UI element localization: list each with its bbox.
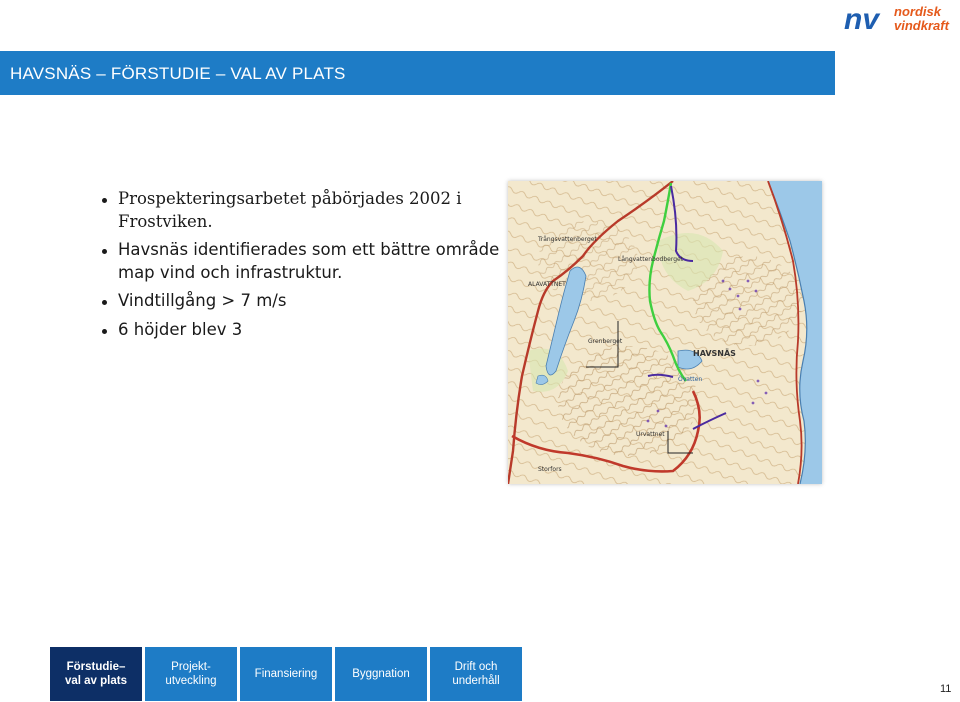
- map-label-ovatten: Övatten: [678, 376, 702, 383]
- map-label-alavattnet: ALAVATTNET: [528, 281, 566, 288]
- bullet-list: Prospekteringsarbetet påbörjades 2002 i …: [102, 188, 502, 347]
- bullet-dot-icon: [102, 328, 107, 334]
- nordisk-vindkraft-logo: nv nordisk vindkraft: [842, 2, 958, 36]
- bullet-dot-icon: [102, 198, 107, 203]
- bullet-dot-icon: [102, 300, 107, 305]
- nav-item-forstudie[interactable]: Förstudie– val av plats: [50, 647, 142, 701]
- title-bar: HAVSNÄS – FÖRSTUDIE – VAL AV PLATS: [0, 51, 835, 95]
- map-label-grenberget: Grenberget: [588, 338, 623, 345]
- nav-item-finansiering[interactable]: Finansiering: [240, 647, 332, 701]
- map-label-storfors: Storfors: [538, 466, 562, 473]
- bullet-item: 6 höjder blev 3: [102, 319, 502, 342]
- bullet-text: Prospekteringsarbetet påbörjades 2002 i …: [118, 189, 462, 231]
- bullet-text: Vindtillgång > 7 m/s: [118, 291, 287, 310]
- logo-mark: nv: [844, 3, 881, 36]
- page-number: 11: [940, 683, 952, 695]
- nav-item-byggnation[interactable]: Byggnation: [335, 647, 427, 701]
- bullet-item: Vindtillgång > 7 m/s: [102, 290, 502, 313]
- map-label-trangsvattenberget: Trångsvattenberget: [537, 236, 597, 243]
- bullet-item: Prospekteringsarbetet påbörjades 2002 i …: [102, 188, 502, 233]
- logo-line1: nordisk: [894, 4, 942, 19]
- map-label-havsnas: HAVSNÄS: [693, 348, 736, 358]
- bullet-dot-icon: [102, 249, 107, 254]
- map-label-langvattenbodberget: Långvattenbodberget: [618, 256, 684, 263]
- logo-line2: vindkraft: [894, 18, 950, 33]
- process-nav: Förstudie– val av plats Projekt- utveckl…: [50, 647, 522, 701]
- slide-title: HAVSNÄS – FÖRSTUDIE – VAL AV PLATS: [10, 64, 346, 83]
- nav-item-projektutveckling[interactable]: Projekt- utveckling: [145, 647, 237, 701]
- nav-item-drift[interactable]: Drift och underhåll: [430, 647, 522, 701]
- map-label-urvattnet: Urvattnet: [636, 431, 665, 438]
- bullet-text: Havsnäs identifierades som ett bättre om…: [118, 240, 500, 282]
- topographic-map-image: HAVSNÄS Grenberget Trångsvattenberget Lå…: [508, 181, 822, 484]
- bullet-item: Havsnäs identifierades som ett bättre om…: [102, 239, 502, 284]
- bullet-text: 6 höjder blev 3: [118, 319, 243, 339]
